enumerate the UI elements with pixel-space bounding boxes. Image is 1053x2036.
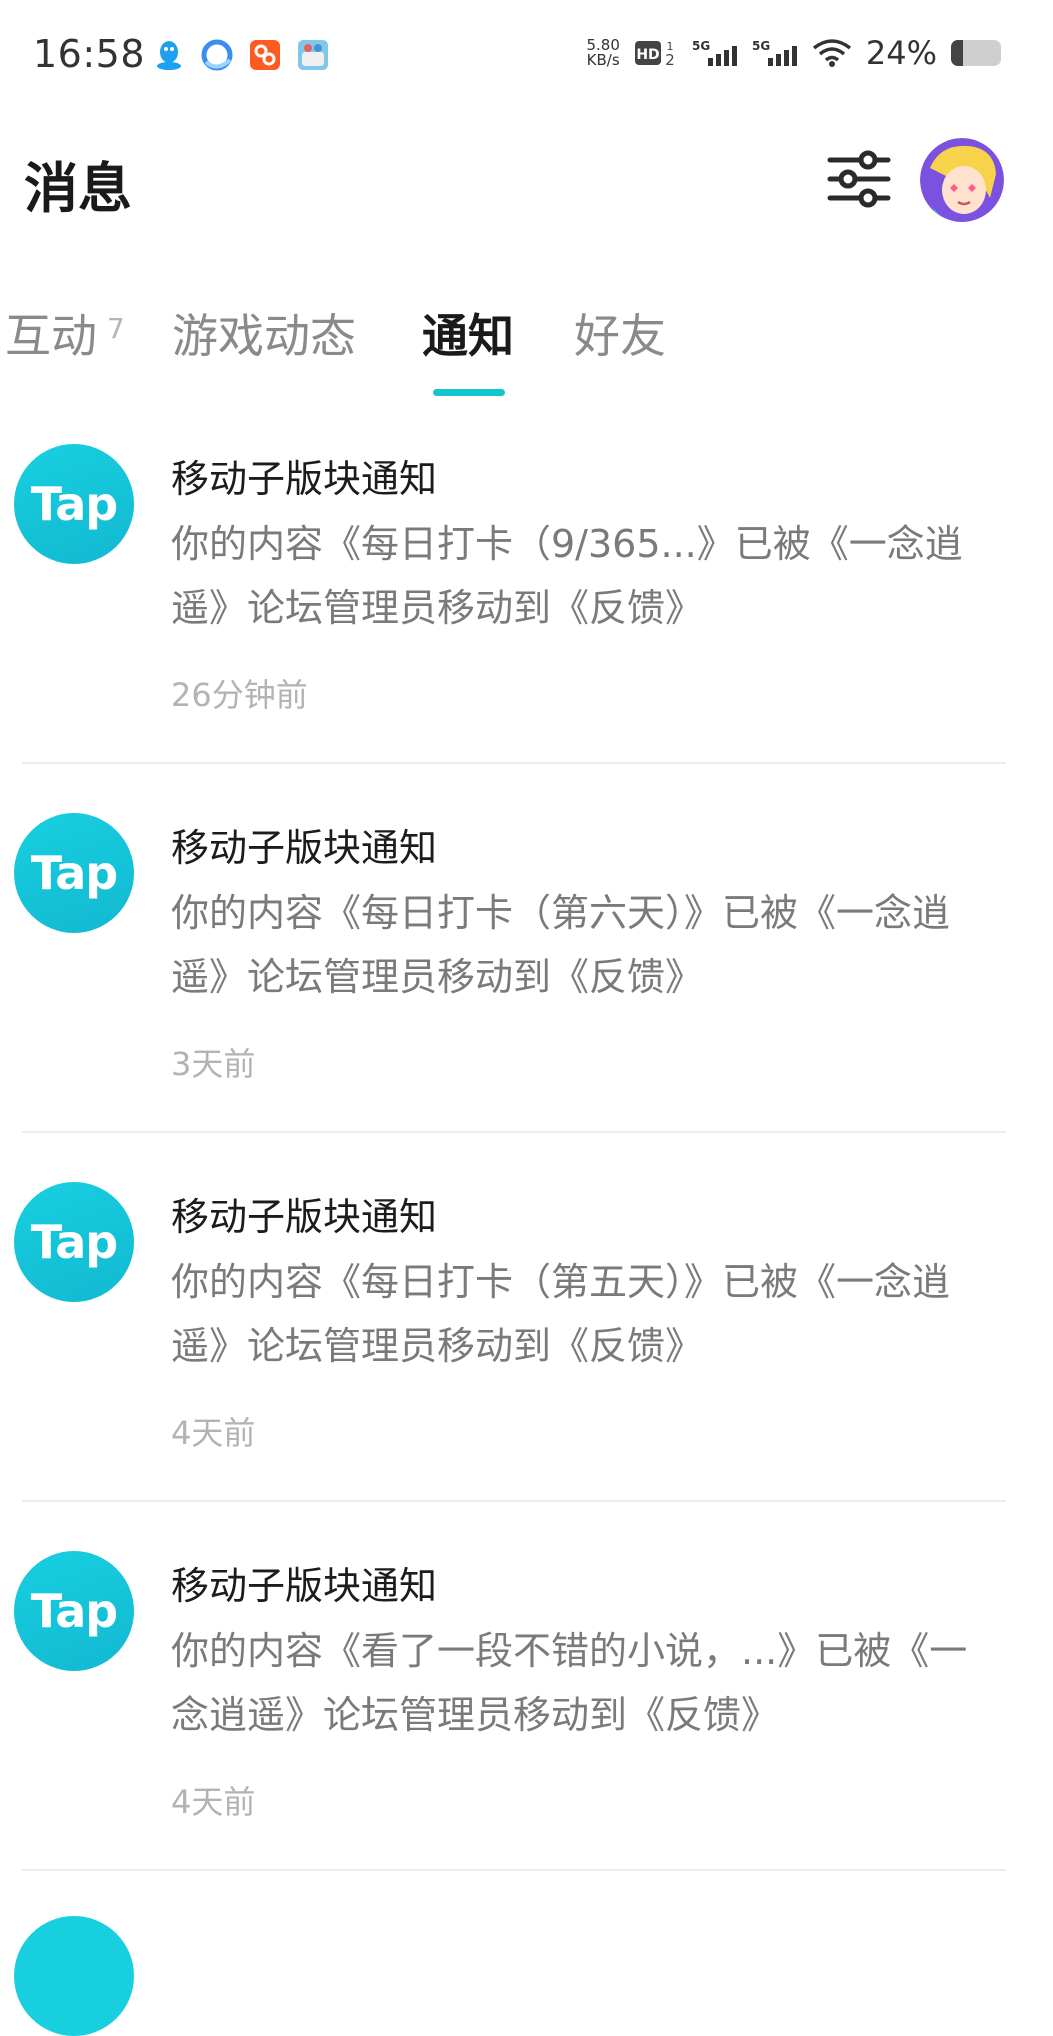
battery-fill: [951, 40, 963, 66]
status-bar: 16:58 5.80 KB/s HD 1 2 5G 5G 24%: [0, 0, 1053, 112]
tap-logo-icon: Tap: [14, 444, 134, 564]
status-right: 5.80 KB/s HD 1 2 5G 5G 24%: [586, 34, 1001, 72]
tap-logo-icon: Tap: [14, 1551, 134, 1671]
battery-percent: 24%: [865, 34, 937, 72]
battery-icon: [951, 40, 1001, 66]
divider: [22, 1131, 1006, 1133]
signal-5g-icon-2: 5G: [752, 39, 797, 66]
notification-item[interactable]: Tap 移动子版块通知 你的内容《看了一段不错的小说，...》已被《一念逍遥》论…: [0, 1527, 1053, 1897]
avatar[interactable]: [920, 138, 1004, 222]
notification-time: 4天前: [171, 1414, 256, 1452]
notification-title: 移动子版块通知: [171, 826, 438, 870]
active-tab-indicator: [433, 389, 505, 396]
notification-time: 26分钟前: [171, 676, 308, 714]
app-store-icon: [250, 40, 280, 70]
tab-friends[interactable]: 好友: [574, 300, 666, 366]
svg-text:2: 2: [665, 51, 675, 68]
notification-title: 移动子版块通知: [171, 1195, 438, 1239]
signal-5g-icon-1: 5G: [692, 39, 737, 66]
notification-body: 你的内容《每日打卡（9/365...》已被《一念逍遥》论坛管理员移动到《反馈》: [171, 522, 963, 630]
network-speed: 5.80 KB/s: [586, 36, 620, 69]
tap-logo-icon: [14, 1916, 134, 2036]
notification-body: 你的内容《每日打卡（第六天）》已被《一念逍遥》论坛管理员移动到《反馈》: [171, 891, 951, 999]
tap-logo-icon: Tap: [14, 1182, 134, 1302]
divider: [22, 762, 1006, 764]
divider: [22, 1869, 1006, 1871]
notification-time: 3天前: [171, 1045, 256, 1083]
sliders-icon[interactable]: [826, 146, 892, 212]
notification-title: 移动子版块通知: [171, 1564, 438, 1608]
notification-body: 你的内容《看了一段不错的小说，...》已被《一念逍遥》论坛管理员移动到《反馈》: [171, 1629, 968, 1737]
svg-text:HD: HD: [636, 47, 659, 63]
status-time: 16:58: [33, 32, 146, 76]
notification-item[interactable]: Tap 移动子版块通知 你的内容《每日打卡（9/365...》已被《一念逍遥》论…: [0, 420, 1053, 790]
notification-time: 4天前: [171, 1783, 256, 1821]
notification-icons: [152, 38, 330, 72]
svg-text:5G: 5G: [692, 39, 710, 53]
game-icon: [298, 40, 328, 70]
user-avatar-icon: [920, 138, 1004, 222]
notification-body: 你的内容《每日打卡（第五天）》已被《一念逍遥》论坛管理员移动到《反馈》: [171, 1260, 951, 1368]
qq-icon: [157, 41, 181, 70]
notification-item[interactable]: Tap 移动子版块通知 你的内容《每日打卡（第五天）》已被《一念逍遥》论坛管理员…: [0, 1158, 1053, 1528]
notification-item[interactable]: Tap 移动子版块通知 你的内容《每日打卡（第六天）》已被《一念逍遥》论坛管理员…: [0, 789, 1053, 1159]
tap-logo-icon: Tap: [14, 813, 134, 933]
interaction-count-badge: 7: [107, 312, 125, 345]
browser-icon: [201, 39, 233, 71]
tab-interaction[interactable]: 互动 7: [5, 300, 125, 366]
tab-game-updates[interactable]: 游戏动态: [172, 300, 356, 366]
tab-bar: 互动 7 游戏动态 通知 好友: [0, 300, 1053, 400]
divider: [22, 1500, 1006, 1502]
hd-volte-icon: HD 1 2: [634, 40, 675, 68]
notification-title: 移动子版块通知: [171, 457, 438, 501]
tab-notifications[interactable]: 通知: [422, 300, 514, 366]
page-title: 消息: [24, 157, 132, 220]
wifi-icon: [812, 39, 851, 67]
svg-text:5G: 5G: [752, 39, 770, 53]
